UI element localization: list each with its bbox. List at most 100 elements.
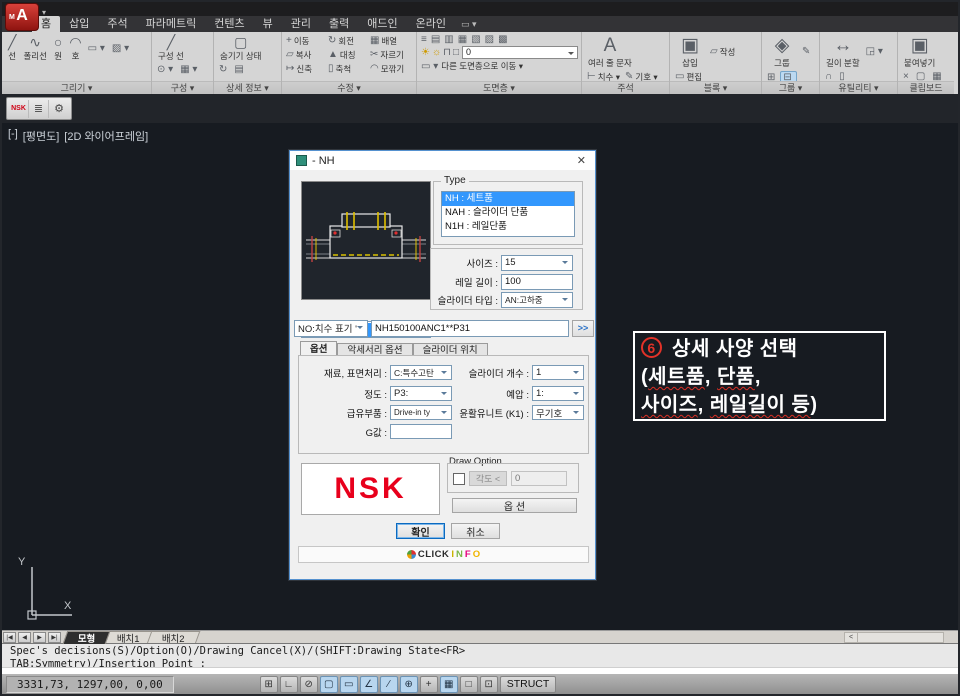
ribbon-tool[interactable]: ↔ 길이 분할 xyxy=(823,34,863,70)
ribbon-tool[interactable]: ▭ 편집 xyxy=(673,71,704,81)
draw-option-button[interactable]: 옵 션 xyxy=(452,498,577,513)
part-code-input[interactable]: NH150100ANC1**P31 xyxy=(371,320,569,337)
command-input-row[interactable] xyxy=(2,667,958,674)
status-toggle[interactable]: ▭ xyxy=(340,676,358,693)
ribbon-tool[interactable]: ○ 원 xyxy=(51,34,65,63)
ribbon-tool[interactable]: ▦ 배열 xyxy=(369,34,410,47)
panel-label-construct[interactable]: 구성 ▾ xyxy=(152,81,213,94)
panel-label-group[interactable]: 그룹 ▾ xyxy=(762,81,819,94)
ribbon-tool[interactable]: ▱ 작성 xyxy=(708,34,737,70)
status-toggle[interactable]: ⊡ xyxy=(480,676,498,693)
ribbon-tool[interactable]: ⊢ 치수 ▾ xyxy=(585,71,622,81)
tab-nav-button[interactable]: ◀ xyxy=(18,632,31,643)
ribbon-tool[interactable]: ∿ 폴리선 xyxy=(20,34,49,63)
screen-capture-icon[interactable]: ▭ ▾ xyxy=(455,17,483,32)
panel-label-clipboard[interactable]: 클립보드 xyxy=(898,81,954,94)
ribbon-tool[interactable]: ▯ xyxy=(837,71,849,81)
ribbon-tool[interactable]: ✂ 자르기 xyxy=(369,48,410,61)
layout-tab[interactable]: 모형 xyxy=(63,631,111,644)
struct-button[interactable]: STRUCT xyxy=(500,676,557,693)
ribbon-tool[interactable]: ▭ ▾ xyxy=(86,34,109,63)
ribbon-tool[interactable]: ⊟ xyxy=(780,71,796,81)
layer-toggle-icon[interactable]: ⊓ xyxy=(442,47,452,58)
status-toggle[interactable]: □ xyxy=(460,676,478,693)
ribbon-tool[interactable]: ∩ xyxy=(823,71,836,81)
mini-toolbar-button[interactable]: ≣ xyxy=(29,100,49,118)
layer-state-icon[interactable]: ▧ xyxy=(470,34,481,45)
ribbon-tool[interactable]: ✎ xyxy=(800,34,814,70)
ribbon-tool[interactable]: ▱ 복사 xyxy=(285,48,326,61)
layer-state-icon[interactable]: ▩ xyxy=(497,34,508,45)
ribbon-tool[interactable]: ✎ 기호 ▾ xyxy=(623,71,660,81)
status-toggle[interactable]: ⊕ xyxy=(400,676,418,693)
size-select[interactable]: 15 xyxy=(501,255,573,271)
ribbon-tab[interactable]: 주석 xyxy=(98,16,136,32)
panel-label-draw[interactable]: 그리기 ▾ xyxy=(2,81,151,94)
slider-type-select[interactable]: AN:고하중 xyxy=(501,292,573,308)
status-toggle[interactable]: ∕ xyxy=(380,676,398,693)
ribbon-tool[interactable]: ▣ 붙여넣기 xyxy=(901,34,938,70)
ribbon-tab[interactable]: 출력 xyxy=(320,16,358,32)
ribbon-tool[interactable]: ▣ 삽입 xyxy=(673,34,707,70)
expand-button[interactable]: >> xyxy=(572,320,594,337)
slider-count-select[interactable]: 1 xyxy=(532,365,584,380)
layer-state-icon[interactable]: ▦ xyxy=(457,34,468,45)
option-tab[interactable]: 옵션 xyxy=(300,341,337,356)
ribbon-tool[interactable]: ▯ 축척 xyxy=(327,62,368,75)
ribbon-tab[interactable]: 파라메트릭 xyxy=(137,16,206,32)
ribbon-tool[interactable]: ▦ ▾ xyxy=(178,64,201,76)
app-menu-arrow-icon[interactable]: ▾ xyxy=(42,8,46,17)
layer-state-icon[interactable]: ▤ xyxy=(430,34,441,45)
ribbon-tool[interactable]: ▦ xyxy=(930,71,945,81)
ribbon-tool[interactable]: ▲ 대칭 xyxy=(327,48,368,61)
ribbon-tool[interactable]: + 이동 xyxy=(285,34,326,47)
ribbon-tool[interactable]: ◠ 호 xyxy=(66,34,84,63)
angle-input[interactable]: 0 xyxy=(511,471,567,486)
move-to-layer-button[interactable]: 다른 도면층으로 이동 ▾ xyxy=(441,60,523,72)
ribbon-tab[interactable]: 애드인 xyxy=(358,16,406,32)
preload-select[interactable]: 1: xyxy=(532,386,584,401)
ribbon-tab[interactable]: 컨텐츠 xyxy=(205,16,253,32)
status-toggle[interactable]: ▦ xyxy=(440,676,458,693)
tab-nav-button[interactable]: ▶| xyxy=(48,632,61,643)
layer-state-icon[interactable]: ≡ xyxy=(420,34,428,45)
cancel-button[interactable]: 취소 xyxy=(451,523,500,539)
ribbon-tab[interactable]: 온라인 xyxy=(407,16,455,32)
status-toggle[interactable]: + xyxy=(420,676,438,693)
panel-label-block[interactable]: 블록 ▾ xyxy=(670,81,761,94)
ribbon-tool[interactable]: ╱ 구성 선 xyxy=(155,34,187,63)
angle-checkbox[interactable] xyxy=(453,473,465,485)
dimension-notation-select[interactable]: NO:치수 표기 ' xyxy=(294,320,368,337)
angle-button[interactable]: 각도 < xyxy=(469,471,507,486)
viewport-control[interactable]: [-] xyxy=(8,128,18,144)
material-select[interactable]: C:특수고탄 xyxy=(390,365,452,380)
type-list-item[interactable]: N1H : 레일단품 xyxy=(442,220,574,234)
ribbon-tool[interactable]: ╱ 선 xyxy=(5,34,19,63)
layer-toggle-icon[interactable]: ☼ xyxy=(431,47,442,58)
ribbon-tool[interactable]: ◠ 모깎기 xyxy=(369,62,410,75)
ribbon-tool[interactable]: A 여러 줄 문자 xyxy=(585,34,635,70)
panel-label-modify[interactable]: 수정 ▾ xyxy=(282,81,416,94)
type-list-item[interactable]: NAH : 슬라이더 단품 xyxy=(442,206,574,220)
tab-scrollbar[interactable]: < xyxy=(844,632,944,643)
viewport-control[interactable]: [평면도] xyxy=(23,128,59,144)
ribbon-tool[interactable]: ◲ ▾ xyxy=(864,34,887,70)
app-menu-button[interactable]: A M xyxy=(5,3,39,31)
mini-toolbar-button[interactable]: ⚙ xyxy=(49,100,69,118)
close-icon[interactable]: ✕ xyxy=(574,154,589,167)
ribbon-tool[interactable]: ↦ 신축 xyxy=(285,62,326,75)
scroll-left-icon[interactable]: < xyxy=(845,633,858,642)
mini-toolbar-button[interactable]: NSK xyxy=(9,100,29,118)
ribbon-tool[interactable]: ⊙ ▾ xyxy=(155,64,177,76)
type-list-item[interactable]: NH : 세트품 xyxy=(442,192,574,206)
status-toggle[interactable]: ∠ xyxy=(360,676,378,693)
layer-toggle-icon[interactable]: □ xyxy=(452,47,460,58)
tab-nav-button[interactable]: |◀ xyxy=(3,632,16,643)
ribbon-tool[interactable]: × xyxy=(901,71,913,81)
layer-state-icon[interactable]: ▥ xyxy=(443,34,454,45)
lube-part-select[interactable]: Drive-in ty xyxy=(390,405,452,420)
panel-label-utility[interactable]: 유틸리티 ▾ xyxy=(820,81,897,94)
ribbon-tool[interactable]: ◈ 그룹 xyxy=(765,34,799,70)
layer-extra-icon[interactable]: ▭ ▾ xyxy=(420,61,439,72)
layout-tab[interactable]: 배치2 xyxy=(147,631,200,644)
